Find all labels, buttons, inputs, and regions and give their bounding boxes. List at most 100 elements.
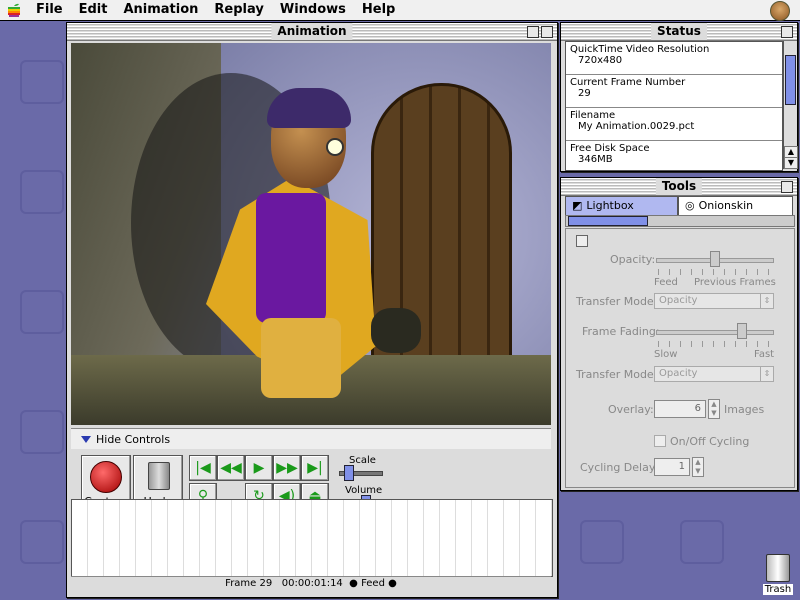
menu-edit[interactable]: Edit bbox=[71, 0, 116, 20]
last-frame-button[interactable]: ▶| bbox=[301, 455, 329, 481]
popup-arrows-icon: ⇕ bbox=[760, 294, 773, 308]
frame-number: Frame 29 bbox=[225, 578, 273, 589]
fading-fast-label: Fast bbox=[754, 349, 775, 360]
hide-controls-label: Hide Controls bbox=[96, 432, 171, 446]
status-label: QuickTime Video Resolution bbox=[570, 44, 710, 55]
overlay-input[interactable]: 6 bbox=[654, 400, 706, 418]
play-button[interactable]: ▶ bbox=[245, 455, 273, 481]
status-value: My Animation.0029.pct bbox=[578, 121, 695, 132]
overlay-unit-label: Images bbox=[724, 403, 765, 416]
fast-forward-button[interactable]: ▶▶ bbox=[273, 455, 301, 481]
onoff-cycling-checkbox[interactable] bbox=[654, 435, 666, 447]
tab-onionskin[interactable]: ◎ Onionskin bbox=[678, 196, 793, 216]
status-list: QuickTime Video Resolution 720x480 Curre… bbox=[565, 41, 783, 171]
transfer-mode-select[interactable]: Opacity ⇕ bbox=[654, 293, 774, 309]
menu-replay[interactable]: Replay bbox=[206, 0, 271, 20]
lightbox-panel: Opacity: Feed Previous Frames Transfer M… bbox=[565, 228, 795, 488]
tab-label: Lightbox bbox=[586, 199, 634, 212]
rewind-button[interactable]: ◀◀ bbox=[217, 455, 245, 481]
menu-bar: File Edit Animation Replay Windows Help bbox=[0, 0, 800, 21]
onionskin-icon: ◎ bbox=[685, 199, 695, 212]
trash-label: Trash bbox=[762, 584, 794, 595]
opacity-label: Opacity: bbox=[610, 253, 656, 266]
rewind-icon: ◀◀ bbox=[220, 460, 242, 476]
list-item: QuickTime Video Resolution 720x480 bbox=[566, 42, 782, 75]
video-preview[interactable] bbox=[71, 43, 551, 425]
status-titlebar[interactable]: Status bbox=[561, 23, 797, 41]
status-value: 29 bbox=[578, 88, 591, 99]
lightbox-icon: ◩ bbox=[572, 199, 583, 212]
first-frame-button[interactable]: |◀ bbox=[189, 455, 217, 481]
popup-arrows-icon: ⇕ bbox=[760, 367, 773, 381]
list-item: Filename My Animation.0029.pct bbox=[566, 108, 782, 141]
scale-slider-thumb[interactable] bbox=[344, 465, 355, 481]
frame-fading-label: Frame Fading: bbox=[582, 325, 660, 338]
collapse-box-icon[interactable] bbox=[541, 26, 553, 38]
cycling-delay-input[interactable]: 1 bbox=[654, 458, 690, 476]
overlay-stepper[interactable]: ▲ ▼ bbox=[708, 399, 720, 419]
list-item: Current Frame Number 29 bbox=[566, 75, 782, 108]
timeline-strip[interactable] bbox=[71, 499, 553, 577]
animation-window: Animation Hide Controls Capture Undo |◀ … bbox=[66, 22, 558, 598]
status-scrollbar[interactable]: ▲ ▼ bbox=[783, 41, 798, 169]
app-face-icon[interactable] bbox=[770, 1, 790, 21]
apple-icon[interactable] bbox=[0, 0, 28, 20]
status-label: Filename bbox=[570, 110, 616, 121]
opacity-right-label: Previous Frames bbox=[694, 277, 776, 288]
tab-lightbox[interactable]: ◩ Lightbox bbox=[565, 196, 679, 216]
tools-titlebar[interactable]: Tools bbox=[561, 178, 797, 196]
trash-icon bbox=[766, 554, 790, 582]
transfer-mode-label: Transfer Mode: bbox=[576, 295, 658, 308]
animation-titlebar[interactable]: Animation bbox=[67, 23, 557, 41]
menu-help[interactable]: Help bbox=[354, 0, 403, 20]
tools-tabs: ◩ Lightbox ◎ Onionskin bbox=[565, 196, 793, 216]
collapse-box-icon[interactable] bbox=[781, 181, 793, 193]
cycling-delay-stepper[interactable]: ▲ ▼ bbox=[692, 457, 704, 477]
fading-slow-label: Slow bbox=[654, 349, 678, 360]
last-frame-icon: ▶| bbox=[307, 460, 323, 476]
cycling-delay-label: Cycling Delay: bbox=[580, 461, 659, 474]
hide-controls-toggle[interactable]: Hide Controls bbox=[71, 428, 551, 450]
scroll-thumb[interactable] bbox=[568, 216, 648, 226]
overlay-label: Overlay: bbox=[608, 403, 654, 416]
frame-status-line: Frame 29 00:00:01:14 ● Feed ● bbox=[71, 576, 551, 591]
menu-file[interactable]: File bbox=[28, 0, 71, 20]
status-label: Free Disk Space bbox=[570, 143, 650, 154]
controls-panel: Capture Undo |◀ ◀◀ ▶ ▶▶ ▶| ⚲ ↻ ◀) ⏏ Scal… bbox=[71, 449, 551, 511]
frame-fading-slider-thumb[interactable] bbox=[737, 323, 747, 339]
first-frame-icon: |◀ bbox=[195, 460, 211, 476]
tabs-scrollbar[interactable] bbox=[565, 215, 795, 227]
status-window: Status QuickTime Video Resolution 720x48… bbox=[560, 22, 798, 172]
status-label: Current Frame Number bbox=[570, 77, 686, 88]
scroll-thumb[interactable] bbox=[785, 55, 796, 105]
tools-window: Tools ◩ Lightbox ◎ Onionskin Opacity: Fe… bbox=[560, 177, 798, 491]
record-icon bbox=[90, 461, 122, 493]
list-item: Free Disk Space 346MB bbox=[566, 141, 782, 170]
scroll-down-arrow-icon[interactable]: ▼ bbox=[784, 157, 798, 169]
frame-fading-slider-track[interactable] bbox=[656, 330, 774, 335]
timecode: 00:00:01:14 bbox=[281, 578, 343, 589]
opacity-left-label: Feed bbox=[654, 277, 678, 288]
transfer-mode2-value: Opacity bbox=[659, 368, 698, 379]
status-window-title: Status bbox=[651, 23, 707, 40]
frame-fading-ticks bbox=[658, 341, 770, 347]
opacity-ticks bbox=[658, 269, 770, 275]
transfer-mode-value: Opacity bbox=[659, 295, 698, 306]
animation-window-title: Animation bbox=[271, 23, 353, 40]
status-value: 346MB bbox=[578, 154, 613, 165]
transfer-mode2-label: Transfer Mode: bbox=[576, 368, 658, 381]
opacity-slider-thumb[interactable] bbox=[710, 251, 720, 267]
disclosure-triangle-icon[interactable] bbox=[81, 435, 91, 443]
zoom-box-icon[interactable] bbox=[527, 26, 539, 38]
fast-forward-icon: ▶▶ bbox=[276, 460, 298, 476]
play-icon: ▶ bbox=[253, 460, 265, 476]
tab-label: Onionskin bbox=[698, 199, 754, 212]
trash-can-icon bbox=[148, 462, 170, 490]
menu-windows[interactable]: Windows bbox=[272, 0, 354, 20]
menu-animation[interactable]: Animation bbox=[115, 0, 206, 20]
trash-desktop-icon[interactable]: Trash bbox=[760, 554, 796, 598]
transfer-mode2-select[interactable]: Opacity ⇕ bbox=[654, 366, 774, 382]
collapse-box-icon[interactable] bbox=[781, 26, 793, 38]
status-value: 720x480 bbox=[578, 55, 623, 66]
lightbox-enable-checkbox[interactable] bbox=[576, 235, 588, 247]
